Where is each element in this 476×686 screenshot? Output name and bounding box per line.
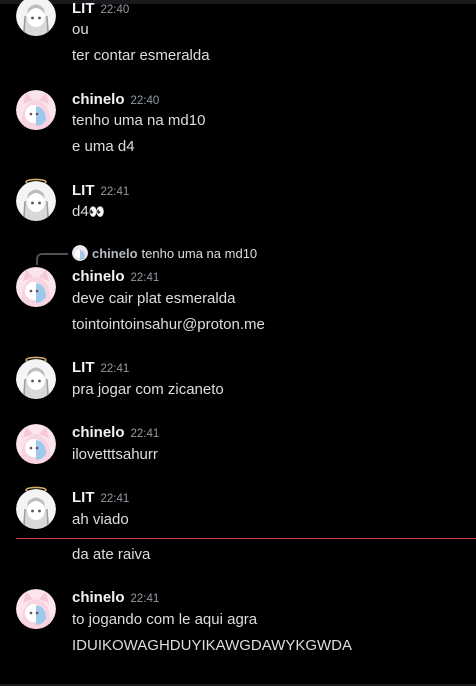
chinelo-avatar-icon[interactable] [16,90,56,130]
message-text-email: tointointoinsahur@proton.me [72,316,265,333]
message-text: ou [72,21,89,38]
message-text-row: d4👀 [72,201,105,224]
username-chinelo[interactable]: chinelo [72,589,125,606]
message-text: pra jogar com zicaneto [72,381,224,398]
message-text: IDUIKOWAGHDUYIKAWGDAWYKGWDA [72,637,353,654]
eyes-emoji-icon[interactable]: 👀 [89,205,105,220]
message-header-3: LIT 22:41 [72,181,129,201]
username-chinelo[interactable]: chinelo [72,268,125,285]
username-lit[interactable]: LIT [72,0,95,17]
username-lit[interactable]: LIT [72,182,95,199]
chat-message-list: LIT 22:40 ou ter contar esmeralda chinelo… [0,0,476,686]
timestamp: 22:40 [100,4,130,16]
reply-author[interactable]: chinelo [92,246,138,261]
message-text: d4 [72,203,89,220]
username-chinelo[interactable]: chinelo [72,91,125,108]
message-text: ah viado [72,511,129,528]
reply-avatar-icon [72,245,88,261]
timestamp: 22:41 [130,593,160,605]
lit-avatar-icon[interactable] [16,489,56,529]
message-text: deve cair plat esmeralda [72,290,236,307]
message-header-1: LIT 22:40 [72,0,129,19]
message-text-row: ilovetttsahurr [72,444,162,466]
message-header-7: LIT 22:41 [72,488,129,508]
chinelo-avatar-icon[interactable] [16,589,56,629]
timestamp: 22:41 [130,428,160,440]
message-text: ilovetttsahurr [72,446,158,463]
lit-avatar-icon[interactable] [16,359,56,399]
new-messages-divider [16,538,476,539]
timestamp: 22:41 [130,272,160,284]
chinelo-avatar-icon[interactable] [16,267,56,307]
username-lit[interactable]: LIT [72,489,95,506]
reply-text: tenho uma na md10 [141,246,258,261]
username-chinelo[interactable]: chinelo [72,424,125,441]
lit-avatar-icon[interactable] [16,0,56,36]
message-text: ter contar esmeralda [72,47,210,64]
message-text: da ate raiva [72,546,151,563]
timestamp: 22:40 [130,95,160,107]
timestamp: 22:41 [100,186,130,198]
chinelo-avatar-icon[interactable] [16,424,56,464]
message-header-5: LIT 22:41 [72,358,129,378]
message-text: tenho uma na md10 [72,112,206,129]
message-header-2: chinelo 22:40 [72,90,159,110]
message-header-8: chinelo 22:41 [72,588,159,608]
username-lit[interactable]: LIT [72,359,95,376]
reply-spine-icon [36,253,68,265]
timestamp: 22:41 [100,363,130,375]
message-header-6: chinelo 22:41 [72,423,159,443]
timestamp: 22:41 [100,493,130,505]
message-text: to jogando com le aqui agra [72,611,258,628]
lit-avatar-icon[interactable] [16,181,56,221]
message-text: e uma d4 [72,138,135,155]
message-header-4: chinelo 22:41 [72,267,159,287]
reply-preview[interactable]: chinelo tenho uma na md10 [72,245,257,263]
